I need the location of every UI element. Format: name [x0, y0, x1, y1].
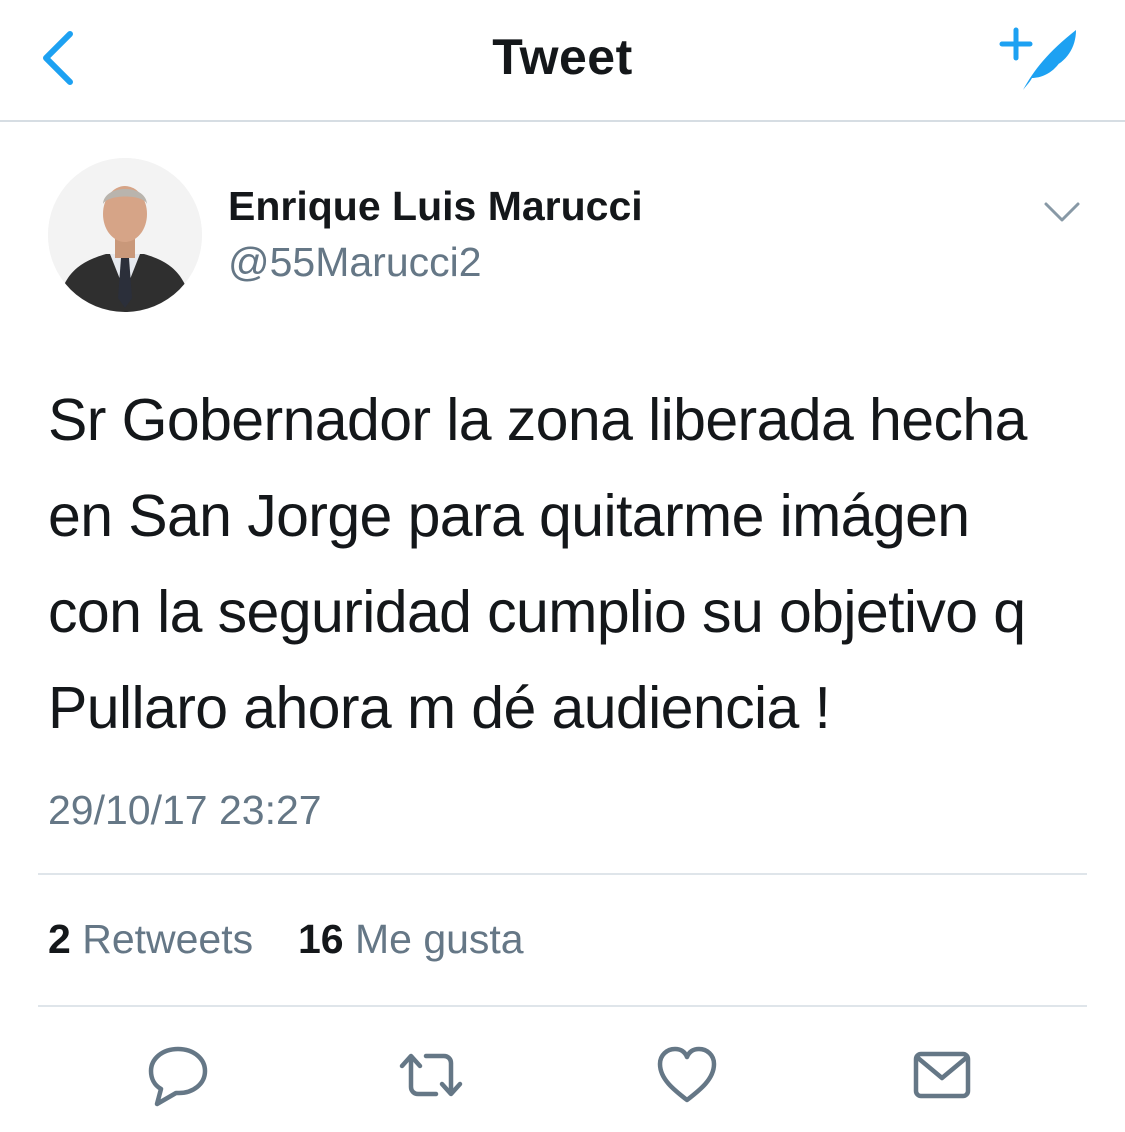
tweet-text-line: con la seguridad cumplio su objetivo q [48, 579, 1026, 645]
tweet-text: Sr Gobernador la zona liberada hecha en … [48, 372, 1098, 756]
author-name[interactable]: Enrique Luis Marucci [228, 183, 643, 230]
compose-tweet-icon [999, 27, 1076, 90]
reply-icon [148, 1046, 208, 1107]
like-count: 16 [297, 916, 344, 962]
share-icon [913, 1051, 971, 1099]
like-label: Me gusta [354, 916, 524, 962]
like-button[interactable] [652, 1040, 722, 1110]
retweet-label: Retweets [82, 916, 254, 962]
avatar[interactable] [48, 158, 202, 312]
tweet-stats: 2 Retweets 16 Me gusta [48, 916, 524, 963]
retweet-icon [399, 1053, 463, 1097]
retweets-stat[interactable]: 2 Retweets [48, 916, 265, 962]
author-handle[interactable]: @55Marucci2 [228, 239, 482, 286]
divider [38, 873, 1087, 875]
retweet-count: 2 [48, 916, 71, 962]
tweet-text-line: Sr Gobernador la zona liberada hecha [48, 387, 1027, 453]
tweet-timestamp: 29/10/17 23:27 [48, 787, 322, 833]
nav-bar: Tweet [0, 0, 1125, 122]
reply-button[interactable] [143, 1040, 213, 1110]
share-button[interactable] [907, 1040, 977, 1110]
like-icon [657, 1046, 717, 1103]
tweet-text-line: en San Jorge para quitarme imágen [48, 483, 970, 549]
likes-stat[interactable]: 16 Me gusta [287, 916, 524, 962]
tweet-text-line: Pullaro ahora m dé audiencia ! [48, 675, 831, 741]
compose-tweet-button[interactable] [996, 22, 1086, 97]
retweet-button[interactable] [396, 1040, 466, 1110]
chevron-down-icon [1044, 202, 1080, 222]
divider [38, 1005, 1087, 1007]
tweet-options-button[interactable] [1040, 196, 1084, 228]
page-title: Tweet [492, 29, 633, 85]
profile-photo [48, 158, 202, 312]
